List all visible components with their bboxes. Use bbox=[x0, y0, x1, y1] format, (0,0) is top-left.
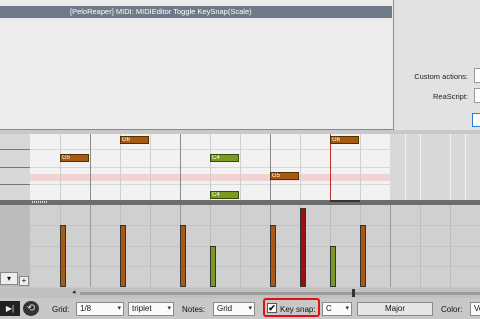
grid-line bbox=[300, 134, 301, 200]
notes-label: Notes: bbox=[182, 305, 206, 314]
bar-line bbox=[90, 134, 91, 200]
chevron-down-icon: ▾ bbox=[117, 305, 121, 312]
loop-icon[interactable]: ⟲ bbox=[23, 301, 39, 316]
grid-division-select[interactable]: 1/8 ▾ bbox=[76, 302, 124, 316]
key-root-value: C bbox=[326, 304, 332, 313]
grid-line bbox=[60, 134, 61, 200]
grid-line bbox=[420, 205, 421, 287]
action-list-panel: [PeloReaper] MIDI: MIDIEditor Toggle Key… bbox=[0, 0, 394, 130]
bar-line bbox=[270, 134, 271, 200]
midi-note[interactable]: G6 bbox=[330, 136, 359, 144]
chevron-down-icon[interactable]: ▾ bbox=[0, 272, 18, 285]
piano-roll[interactable]: G6 G5 C4 C4 G5 G6 bbox=[30, 134, 480, 200]
midi-note[interactable]: C4 bbox=[210, 154, 239, 162]
grid-line bbox=[360, 134, 361, 200]
grid-type-select[interactable]: triplet ▾ bbox=[128, 302, 174, 316]
dialog-focus-button[interactable] bbox=[472, 113, 480, 127]
loop-range-marker bbox=[330, 200, 360, 202]
bar-line bbox=[180, 134, 181, 200]
rescript-label: ReaScript: bbox=[432, 92, 468, 101]
velocity-bar[interactable] bbox=[300, 208, 306, 287]
color-mode-select[interactable]: Ve bbox=[470, 302, 480, 316]
key-root-select[interactable]: C ▾ bbox=[322, 302, 352, 316]
velocity-bar[interactable] bbox=[330, 246, 336, 287]
grid-line bbox=[150, 205, 151, 287]
grid-line bbox=[450, 205, 451, 287]
grid-label: Grid: bbox=[52, 305, 70, 314]
color-label: Color: bbox=[441, 305, 463, 314]
bar-line bbox=[90, 205, 91, 287]
grid-type-value: triplet bbox=[132, 304, 152, 313]
out-of-range-region bbox=[390, 134, 480, 200]
velocity-gridline bbox=[30, 246, 480, 247]
velocity-bar[interactable] bbox=[120, 225, 126, 287]
velocity-gridline bbox=[30, 266, 480, 267]
chevron-down-icon: ▾ bbox=[345, 305, 349, 312]
velocity-bar[interactable] bbox=[60, 225, 66, 287]
scrollbar-thumb[interactable] bbox=[352, 289, 355, 297]
key-divider bbox=[0, 184, 30, 185]
key-divider bbox=[0, 149, 30, 150]
actions-dialog-side bbox=[394, 0, 480, 130]
scale-button[interactable]: Major bbox=[357, 302, 433, 316]
velocity-lane[interactable] bbox=[30, 205, 480, 287]
chevron-down-icon: ▾ bbox=[248, 305, 252, 312]
grid-division-value: 1/8 bbox=[80, 304, 92, 313]
play-icon[interactable]: ▶| bbox=[0, 301, 20, 316]
keysnap-checkbox[interactable]: ✔ bbox=[267, 303, 277, 313]
velocity-bar[interactable] bbox=[270, 225, 276, 287]
rescript-field[interactable] bbox=[474, 88, 480, 103]
scrollbar-track[interactable] bbox=[80, 292, 480, 295]
midi-note[interactable]: G5 bbox=[270, 172, 299, 180]
velocity-bar[interactable] bbox=[180, 225, 186, 287]
velocity-bar[interactable] bbox=[210, 246, 216, 287]
midi-note[interactable]: G5 bbox=[60, 154, 89, 162]
action-list-selected-row[interactable]: [PeloReaper] MIDI: MIDIEditor Toggle Key… bbox=[0, 6, 392, 18]
plus-icon[interactable]: + bbox=[19, 276, 29, 286]
midi-editor-screenshot: [PeloReaper] MIDI: MIDIEditor Toggle Key… bbox=[0, 0, 480, 319]
piano-keyboard[interactable] bbox=[0, 134, 30, 200]
keysnap-label: Key snap: bbox=[280, 305, 316, 314]
midi-note[interactable]: C4 bbox=[210, 191, 239, 199]
chevron-down-icon: ▾ bbox=[167, 305, 171, 312]
divider-grip[interactable] bbox=[32, 201, 48, 203]
notes-value: Grid bbox=[217, 304, 233, 313]
velocity-bar[interactable] bbox=[360, 225, 366, 287]
velocity-gridline bbox=[30, 225, 480, 226]
custom-actions-field[interactable] bbox=[474, 68, 480, 83]
scroll-left-icon[interactable]: ◂ bbox=[72, 289, 78, 296]
grid-line bbox=[240, 205, 241, 287]
grid-line bbox=[405, 134, 406, 200]
notes-select[interactable]: Grid ▾ bbox=[213, 302, 255, 316]
grid-line bbox=[240, 134, 241, 200]
grid-line bbox=[420, 134, 421, 200]
grid-line bbox=[450, 134, 451, 200]
custom-actions-label: Custom actions: bbox=[414, 72, 468, 81]
bar-line bbox=[390, 205, 391, 287]
grid-line bbox=[150, 134, 151, 200]
midi-note[interactable]: G6 bbox=[120, 136, 149, 144]
key-divider bbox=[0, 167, 30, 168]
grid-line bbox=[465, 134, 466, 200]
